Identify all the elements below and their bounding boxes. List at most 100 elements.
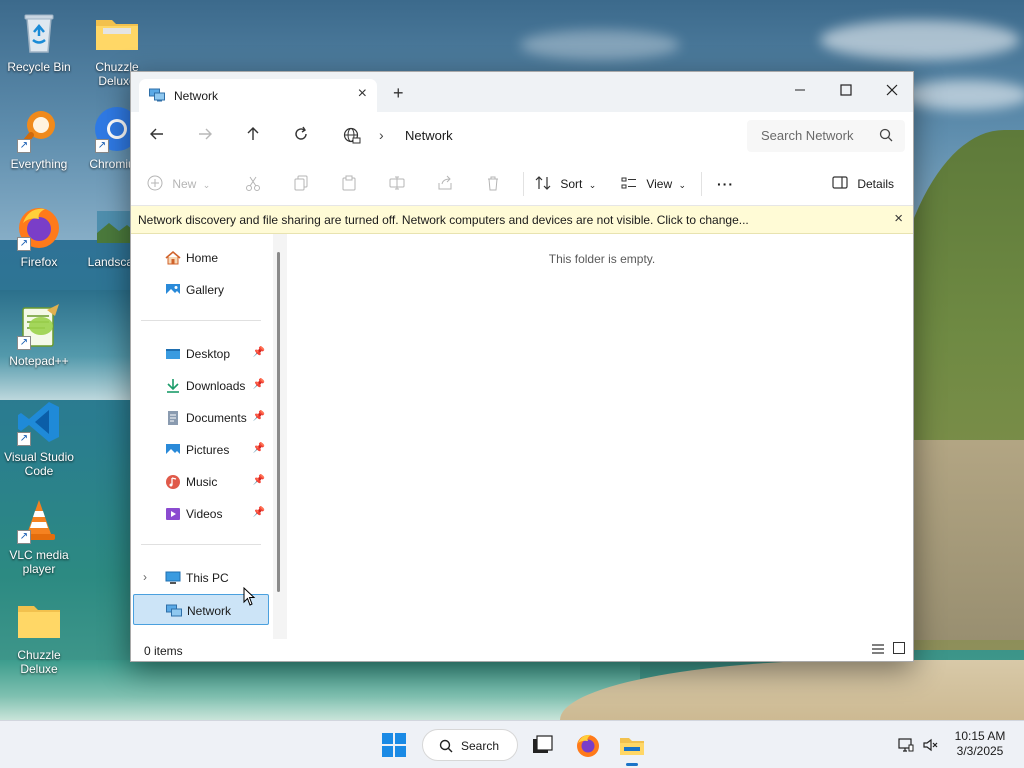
chevron-right-icon[interactable]: › bbox=[143, 570, 147, 584]
sort-button[interactable]: Sort ⌄ bbox=[535, 174, 596, 194]
delete-icon[interactable] bbox=[485, 174, 501, 194]
new-button[interactable]: New ⌄ bbox=[147, 174, 210, 194]
network-icon bbox=[166, 603, 182, 619]
sort-button-label: Sort bbox=[560, 177, 583, 191]
desktop-icon-chuzzle-deluxe[interactable]: Chuzzle Deluxe bbox=[0, 596, 78, 676]
desktop-icon-vlc[interactable]: ↗ VLC media player bbox=[0, 496, 78, 576]
nav-item-label: Videos bbox=[186, 507, 223, 521]
nav-item-music[interactable]: Music 📌 bbox=[133, 466, 269, 497]
search-icon bbox=[879, 128, 893, 142]
desktop-icon-label: Recycle Bin bbox=[7, 60, 71, 74]
tab-title: Network bbox=[174, 89, 219, 103]
task-view-button[interactable] bbox=[528, 731, 556, 759]
address-bar[interactable]: › Network bbox=[333, 120, 737, 152]
close-infobar-icon[interactable]: × bbox=[894, 210, 903, 228]
nav-item-label: Home bbox=[186, 251, 219, 265]
pin-icon[interactable]: 📌 bbox=[253, 475, 265, 486]
desktop-icon-everything[interactable]: ↗ Everything bbox=[0, 105, 78, 171]
recycle-bin-icon bbox=[15, 8, 63, 56]
desktop-icon-vscode[interactable]: ↗ Visual Studio Code bbox=[0, 398, 78, 478]
chevron-down-icon: ⌄ bbox=[202, 180, 211, 190]
details-button-label: Details bbox=[857, 177, 895, 191]
nav-scrollbar-track[interactable] bbox=[273, 234, 287, 639]
nav-item-home[interactable]: Home bbox=[133, 242, 269, 273]
new-tab-button[interactable]: + bbox=[393, 84, 404, 102]
new-plus-icon bbox=[147, 175, 163, 191]
documents-icon bbox=[165, 410, 181, 426]
taskbar-search-box[interactable]: Search bbox=[422, 729, 518, 761]
taskbar-search-label: Search bbox=[461, 739, 500, 753]
gallery-icon bbox=[165, 282, 181, 298]
desktop-icon bbox=[165, 346, 181, 362]
cut-icon[interactable] bbox=[245, 174, 261, 194]
vscode-icon: ↗ bbox=[15, 398, 63, 446]
command-bar: New ⌄ Sort ⌄ View ⌄ ··· Details bbox=[131, 160, 913, 206]
file-explorer-icon bbox=[620, 738, 644, 755]
nav-item-pictures[interactable]: Pictures 📌 bbox=[133, 434, 269, 465]
file-list-area[interactable]: This folder is empty. bbox=[287, 234, 913, 639]
chevron-down-icon: ⌄ bbox=[678, 180, 687, 190]
refresh-icon[interactable] bbox=[289, 126, 313, 147]
nav-item-label: Pictures bbox=[186, 443, 230, 457]
toolbar-divider bbox=[701, 172, 702, 196]
search-icon bbox=[439, 739, 453, 753]
nav-scrollbar-thumb[interactable] bbox=[277, 252, 280, 592]
more-options-button[interactable]: ··· bbox=[717, 174, 734, 194]
nav-item-desktop[interactable]: Desktop 📌 bbox=[133, 338, 269, 369]
nav-item-downloads[interactable]: Downloads 📌 bbox=[133, 370, 269, 401]
share-icon[interactable] bbox=[437, 174, 453, 194]
view-button-label: View bbox=[646, 177, 673, 191]
system-clock[interactable]: 10:15 AM 3/3/2025 bbox=[944, 729, 1016, 759]
details-pane-button[interactable]: Details bbox=[832, 174, 894, 194]
close-window-button[interactable] bbox=[869, 76, 915, 104]
forward-arrow-icon[interactable] bbox=[193, 126, 217, 147]
pin-icon[interactable]: 📌 bbox=[253, 443, 265, 454]
infobar-message[interactable]: Network discovery and file sharing are t… bbox=[138, 213, 749, 227]
taskbar-firefox[interactable] bbox=[574, 731, 602, 759]
breadcrumb-network[interactable]: Network bbox=[405, 128, 453, 143]
pin-icon[interactable]: 📌 bbox=[253, 347, 265, 358]
minimize-button[interactable] bbox=[777, 76, 823, 104]
network-wired-icon[interactable] bbox=[898, 737, 914, 753]
pin-icon[interactable]: 📌 bbox=[253, 379, 265, 390]
paste-icon[interactable] bbox=[341, 174, 357, 194]
taskbar: Search 10:15 AM 3/3/2025 bbox=[0, 720, 1024, 768]
view-icon bbox=[621, 177, 636, 189]
back-arrow-icon[interactable] bbox=[145, 126, 169, 147]
nav-item-label: This PC bbox=[186, 571, 229, 585]
nav-item-label: Desktop bbox=[186, 347, 231, 361]
shortcut-arrow-icon: ↗ bbox=[17, 336, 31, 350]
clock-date: 3/3/2025 bbox=[956, 744, 1004, 758]
desktop-icon-notepad-plus-plus[interactable]: ↗ Notepad++ bbox=[0, 302, 78, 368]
pin-icon[interactable]: 📌 bbox=[253, 507, 265, 518]
mouse-cursor-icon bbox=[243, 587, 256, 606]
taskbar-file-explorer[interactable] bbox=[618, 731, 646, 759]
rename-icon[interactable] bbox=[389, 174, 405, 194]
nav-item-videos[interactable]: Videos 📌 bbox=[133, 498, 269, 529]
view-button[interactable]: View ⌄ bbox=[621, 174, 686, 194]
nav-item-documents[interactable]: Documents 📌 bbox=[133, 402, 269, 433]
folder-icon bbox=[93, 8, 141, 56]
network-discovery-infobar[interactable]: Network discovery and file sharing are t… bbox=[131, 206, 913, 234]
tab-network[interactable]: Network × bbox=[139, 79, 377, 112]
breadcrumb-chevron-icon[interactable]: › bbox=[379, 127, 384, 143]
up-arrow-icon[interactable] bbox=[241, 126, 265, 147]
search-input[interactable]: Search Network bbox=[747, 120, 905, 152]
maximize-button[interactable] bbox=[823, 76, 869, 104]
close-tab-icon[interactable]: × bbox=[358, 85, 367, 103]
start-button[interactable] bbox=[380, 731, 408, 759]
desktop-icon-label: Chuzzle Deluxe bbox=[17, 648, 61, 676]
desktop-icon-firefox[interactable]: ↗ Firefox bbox=[0, 203, 78, 269]
item-count: 0 items bbox=[144, 644, 183, 658]
shortcut-arrow-icon: ↗ bbox=[17, 139, 31, 153]
details-view-icon[interactable] bbox=[871, 643, 885, 655]
copy-icon[interactable] bbox=[293, 174, 309, 194]
details-pane-icon bbox=[832, 176, 848, 189]
search-placeholder: Search Network bbox=[761, 128, 854, 143]
volume-muted-icon[interactable] bbox=[922, 737, 938, 753]
nav-divider bbox=[141, 544, 261, 545]
pin-icon[interactable]: 📌 bbox=[253, 411, 265, 422]
nav-item-gallery[interactable]: Gallery bbox=[133, 274, 269, 305]
tiles-view-icon[interactable] bbox=[893, 642, 905, 654]
desktop-icon-recycle-bin[interactable]: Recycle Bin bbox=[0, 8, 78, 74]
